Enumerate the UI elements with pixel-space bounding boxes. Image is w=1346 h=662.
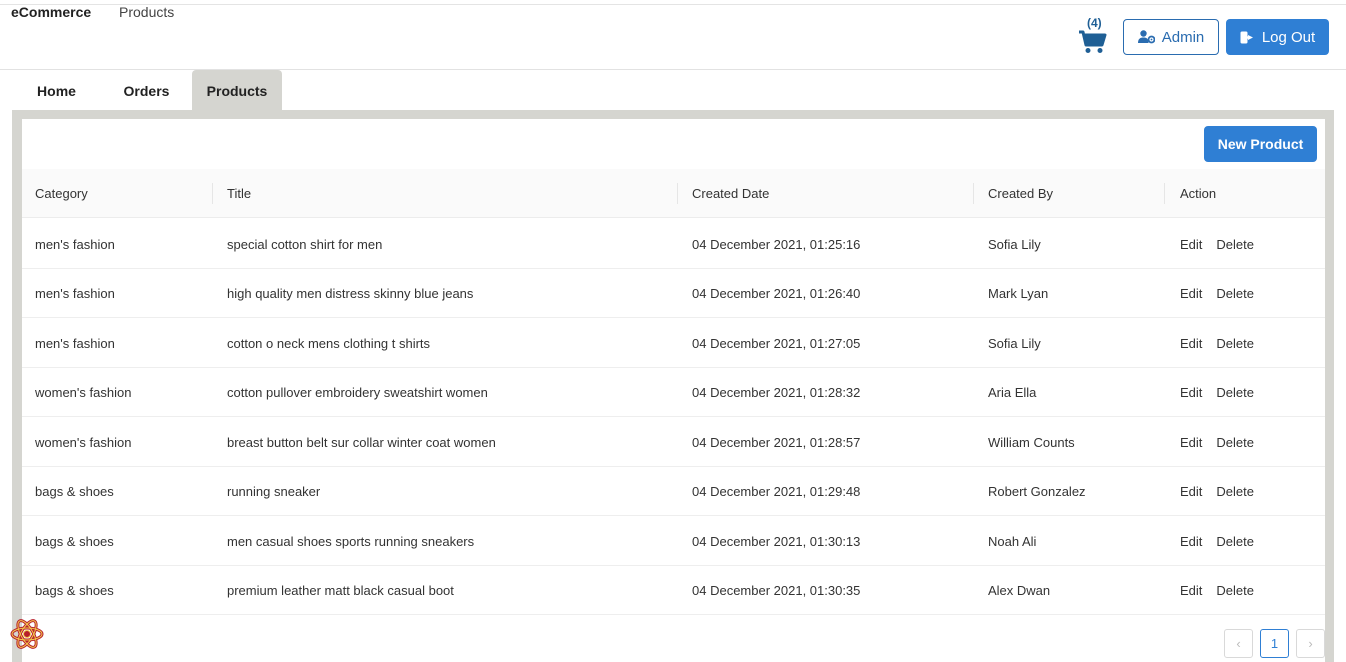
cell-created-date: 04 December 2021, 01:29:48: [692, 483, 861, 499]
breadcrumb: Products: [119, 4, 175, 20]
delete-link[interactable]: Delete: [1216, 484, 1254, 499]
column-separator: [1164, 183, 1165, 204]
delete-link[interactable]: Delete: [1216, 385, 1254, 400]
cell-category: bags & shoes: [35, 483, 114, 499]
cell-created-date: 04 December 2021, 01:28:57: [692, 434, 861, 450]
column-header-action: Action: [1180, 186, 1217, 201]
cell-title: premium leather matt black casual boot: [227, 582, 454, 598]
cell-title: high quality men distress skinny blue je…: [227, 285, 474, 301]
delete-link[interactable]: Delete: [1216, 336, 1254, 351]
cell-category: men's fashion: [35, 236, 115, 252]
table-row: bags & shoes running sneaker 04 December…: [22, 466, 1325, 516]
delete-link[interactable]: Delete: [1216, 435, 1254, 450]
table-row: bags & shoes men casual shoes sports run…: [22, 516, 1325, 566]
brand-title[interactable]: eCommerce: [11, 4, 91, 20]
table-row: men's fashion high quality men distress …: [22, 268, 1325, 318]
edit-link[interactable]: Edit: [1180, 534, 1202, 549]
edit-link[interactable]: Edit: [1180, 286, 1202, 301]
edit-link[interactable]: Edit: [1180, 237, 1202, 252]
cell-created-by: Mark Lyan: [988, 285, 1049, 301]
pagination-prev-button[interactable]: ‹: [1224, 629, 1253, 658]
cell-actions: Edit Delete: [1180, 516, 1254, 566]
cell-category: men's fashion: [35, 335, 115, 351]
cell-created-by: Noah Ali: [988, 533, 1037, 549]
cell-title: special cotton shirt for men: [227, 236, 383, 252]
cell-actions: Edit Delete: [1180, 367, 1254, 417]
cell-created-date: 04 December 2021, 01:27:05: [692, 335, 861, 351]
cell-title: cotton o neck mens clothing t shirts: [227, 335, 431, 351]
column-header-category[interactable]: Category: [35, 169, 88, 218]
edit-link[interactable]: Edit: [1180, 435, 1202, 450]
delete-link[interactable]: Delete: [1216, 237, 1254, 252]
cell-created-by: Aria Ella: [988, 384, 1037, 400]
cell-title: cotton pullover embroidery sweatshirt wo…: [227, 384, 488, 400]
delete-link[interactable]: Delete: [1216, 286, 1254, 301]
cell-category: bags & shoes: [35, 582, 114, 598]
tab-orders[interactable]: Orders: [102, 70, 191, 111]
table-row: men's fashion special cotton shirt for m…: [22, 219, 1325, 269]
cell-category: men's fashion: [35, 285, 115, 301]
cell-actions: Edit Delete: [1180, 466, 1254, 516]
cell-created-date: 04 December 2021, 01:26:40: [692, 285, 861, 301]
pagination-next-button[interactable]: ›: [1296, 629, 1325, 658]
column-header-created-by[interactable]: Created By: [988, 169, 1053, 218]
cell-created-by: William Counts: [988, 434, 1075, 450]
cell-actions: Edit Delete: [1180, 268, 1254, 318]
table-header: Category Title Created Date Created By A…: [22, 169, 1325, 218]
cart-count-badge: (4): [1087, 16, 1102, 30]
tab-products[interactable]: Products: [192, 70, 282, 111]
column-separator: [973, 183, 974, 204]
admin-label: Admin: [1161, 28, 1205, 46]
cell-created-by: Alex Dwan: [988, 582, 1051, 598]
react-logo-icon[interactable]: [8, 615, 46, 653]
table-row: women's fashion breast button belt sur c…: [22, 417, 1325, 467]
cell-created-by: Robert Gonzalez: [988, 483, 1086, 499]
cell-actions: Edit Delete: [1180, 219, 1254, 269]
cell-category: women's fashion: [35, 434, 132, 450]
cell-category: women's fashion: [35, 384, 132, 400]
sign-out-icon: [1240, 31, 1253, 43]
edit-link[interactable]: Edit: [1180, 583, 1202, 598]
cell-created-date: 04 December 2021, 01:28:32: [692, 384, 861, 400]
pagination-page-1[interactable]: 1: [1260, 629, 1289, 658]
cell-created-date: 04 December 2021, 01:30:13: [692, 533, 861, 549]
shopping-cart-icon[interactable]: [1078, 30, 1107, 54]
new-product-button[interactable]: New Product: [1204, 126, 1317, 162]
cell-actions: Edit Delete: [1180, 565, 1254, 615]
column-separator: [212, 183, 213, 204]
cell-title: running sneaker: [227, 483, 321, 499]
logout-button[interactable]: Log Out: [1226, 19, 1329, 55]
cell-title: men casual shoes sports running sneakers: [227, 533, 475, 549]
cell-created-date: 04 December 2021, 01:25:16: [692, 236, 861, 252]
cell-created-date: 04 December 2021, 01:30:35: [692, 582, 861, 598]
tab-home[interactable]: Home: [12, 70, 101, 111]
edit-link[interactable]: Edit: [1180, 385, 1202, 400]
delete-link[interactable]: Delete: [1216, 534, 1254, 549]
table-row: bags & shoes premium leather matt black …: [22, 565, 1325, 615]
cell-category: bags & shoes: [35, 533, 114, 549]
top-border: [0, 4, 1346, 5]
admin-button[interactable]: Admin: [1123, 19, 1219, 55]
user-gear-icon: [1137, 30, 1155, 44]
delete-link[interactable]: Delete: [1216, 583, 1254, 598]
cell-actions: Edit Delete: [1180, 417, 1254, 467]
column-header-title[interactable]: Title: [227, 169, 251, 218]
cell-actions: Edit Delete: [1180, 318, 1254, 368]
cell-title: breast button belt sur collar winter coa…: [227, 434, 496, 450]
cell-created-by: Sofia Lily: [988, 335, 1041, 351]
logout-label: Log Out: [1261, 28, 1316, 46]
edit-link[interactable]: Edit: [1180, 336, 1202, 351]
edit-link[interactable]: Edit: [1180, 484, 1202, 499]
table-row: men's fashion cotton o neck mens clothin…: [22, 318, 1325, 368]
cell-created-by: Sofia Lily: [988, 236, 1041, 252]
column-separator: [677, 183, 678, 204]
column-header-created-date[interactable]: Created Date: [692, 169, 769, 218]
table-row: women's fashion cotton pullover embroide…: [22, 367, 1325, 417]
